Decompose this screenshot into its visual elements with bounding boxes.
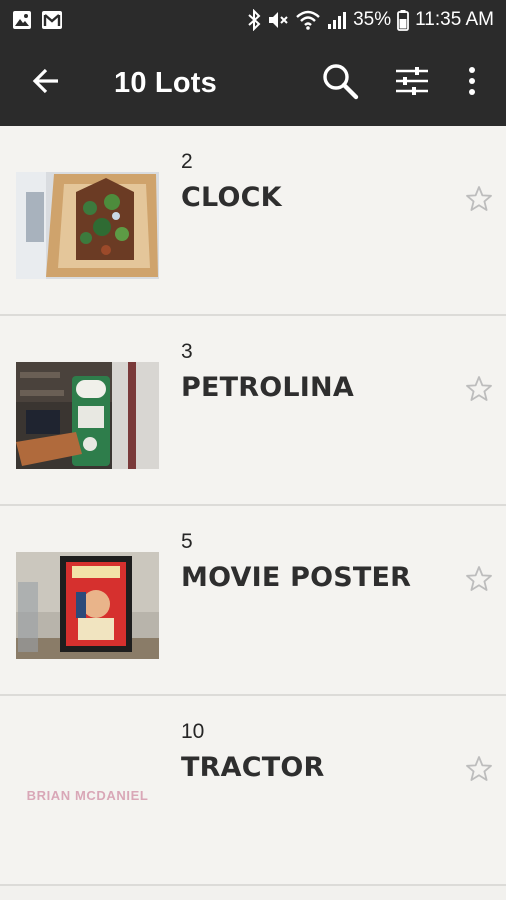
signal-icon <box>327 10 347 30</box>
favorite-button[interactable] <box>464 376 494 406</box>
petrol-pump-photo <box>16 362 159 469</box>
star-outline-icon <box>465 565 493 597</box>
brian-mcdaniel-logo: BRIAN MCDANIEL <box>16 742 159 849</box>
lot-number: 5 <box>181 530 193 553</box>
lot-number: 3 <box>181 340 193 363</box>
more-vertical-icon <box>468 66 476 100</box>
lot-name: TRACTOR <box>181 752 325 783</box>
arrow-left-icon <box>31 66 61 100</box>
bluetooth-icon <box>247 9 261 31</box>
favorite-button[interactable] <box>464 756 494 786</box>
status-time: 11:35 AM <box>415 9 494 30</box>
page-title: 10 Lots <box>114 66 217 99</box>
more-options-button[interactable] <box>452 40 492 126</box>
star-outline-icon <box>465 185 493 217</box>
app-bar: 10 Lots <box>0 40 506 126</box>
star-outline-icon <box>465 375 493 407</box>
lot-name: MOVIE POSTER <box>181 562 412 593</box>
movie-poster-photo <box>16 552 159 659</box>
battery-percent: 35% <box>353 9 392 30</box>
gmail-notification-icon <box>42 11 62 29</box>
battery-icon <box>397 9 410 31</box>
placeholder-logo-text: BRIAN MCDANIEL <box>26 788 149 803</box>
lot-row[interactable]: BRIAN MCDANIEL 10 TRACTOR <box>0 696 506 886</box>
lot-row[interactable]: 5 MOVIE POSTER <box>0 506 506 696</box>
lot-name: PETROLINA <box>181 372 354 403</box>
lot-list: 2 CLOCK 3 PETROLINA 5 MOVIE POSTER BRIAN… <box>0 126 506 886</box>
favorite-button[interactable] <box>464 186 494 216</box>
lot-number: 10 <box>181 720 205 743</box>
lot-row[interactable]: 3 PETROLINA <box>0 316 506 506</box>
status-notifications <box>12 10 62 30</box>
back-button[interactable] <box>16 40 76 126</box>
filter-button[interactable] <box>384 40 440 126</box>
status-bar: 35% 11:35 AM <box>0 0 506 40</box>
star-outline-icon <box>465 755 493 787</box>
clock-photo <box>16 172 159 279</box>
search-button[interactable] <box>312 40 368 126</box>
lot-name: CLOCK <box>181 182 282 213</box>
lot-number: 2 <box>181 150 193 173</box>
wifi-icon <box>295 9 321 31</box>
status-system: 35% 11:35 AM <box>247 9 494 31</box>
favorite-button[interactable] <box>464 566 494 596</box>
search-icon <box>321 62 359 104</box>
filter-sliders-icon <box>395 66 429 100</box>
lot-row[interactable]: 2 CLOCK <box>0 126 506 316</box>
mute-icon <box>267 9 289 31</box>
image-notification-icon <box>12 10 32 30</box>
